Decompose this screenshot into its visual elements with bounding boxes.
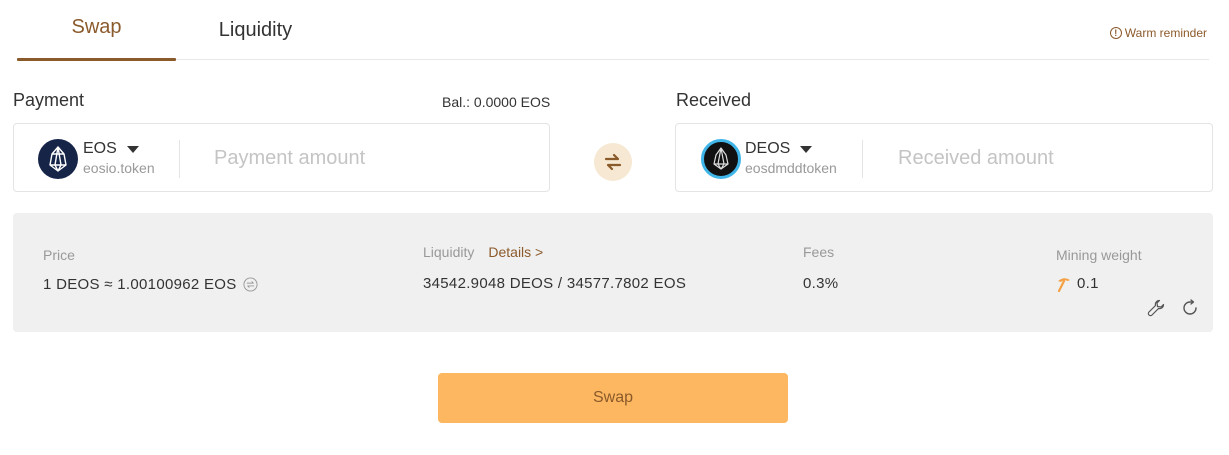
pool-info-panel: Price 1 DEOS ≈ 1.00100962 EOS Liquidity D…: [13, 213, 1213, 332]
balance-text: Bal.: 0.0000 EOS: [442, 94, 551, 110]
chevron-down-icon: [800, 145, 813, 153]
eos-logo-icon: [38, 139, 78, 179]
tab-swap[interactable]: Swap: [17, 0, 176, 61]
price-row: 1 DEOS ≈ 1.00100962 EOS: [43, 276, 259, 293]
info-icon: !: [1109, 27, 1122, 39]
refresh-icon[interactable]: [1180, 298, 1200, 318]
price-label: Price: [43, 247, 75, 263]
received-token-selector[interactable]: DEOS: [745, 140, 813, 158]
warm-reminder-label: Warm reminder: [1124, 26, 1207, 40]
received-label: Received: [676, 90, 752, 110]
mining-weight-row: 0.1: [1056, 275, 1099, 292]
tab-liquidity[interactable]: Liquidity: [176, 0, 335, 60]
received-token-contract: eosdmddtoken: [745, 160, 837, 176]
price-value: 1 DEOS ≈ 1.00100962 EOS: [43, 276, 237, 293]
payment-token-contract: eosio.token: [83, 160, 155, 176]
warm-reminder-link[interactable]: ! Warm reminder: [1109, 26, 1207, 40]
payment-box: EOS eosio.token: [13, 123, 550, 192]
swap-direction-button[interactable]: [594, 143, 632, 181]
details-link[interactable]: Details >: [488, 244, 543, 260]
payment-label: Payment: [13, 90, 85, 110]
invert-price-icon[interactable]: [243, 277, 259, 293]
received-amount-input[interactable]: [898, 138, 1198, 178]
payment-token-selector[interactable]: EOS: [83, 140, 139, 158]
swap-arrows-icon: [604, 153, 622, 171]
swap-button[interactable]: Swap: [438, 373, 788, 423]
fees-value: 0.3%: [803, 275, 839, 292]
received-token-symbol: DEOS: [745, 140, 791, 157]
divider: [862, 140, 863, 178]
liquidity-value: 34542.9048 DEOS / 34577.7802 EOS: [423, 275, 687, 292]
tab-bar: Swap Liquidity ! Warm reminder: [17, 0, 1209, 61]
fees-label: Fees: [803, 244, 835, 260]
divider: [179, 140, 180, 178]
payment-amount-input[interactable]: [214, 138, 534, 178]
liquidity-row: Liquidity Details >: [423, 244, 543, 260]
pickaxe-icon: [1057, 277, 1070, 292]
mining-weight-value: 0.1: [1077, 275, 1099, 292]
settings-wrench-icon[interactable]: [1146, 298, 1166, 318]
received-box: DEOS eosdmddtoken: [675, 123, 1213, 192]
liquidity-label: Liquidity: [423, 244, 475, 260]
deos-logo-icon: [701, 139, 741, 179]
chevron-down-icon: [126, 145, 139, 153]
payment-token-symbol: EOS: [83, 140, 117, 157]
mining-weight-label: Mining weight: [1056, 247, 1142, 263]
